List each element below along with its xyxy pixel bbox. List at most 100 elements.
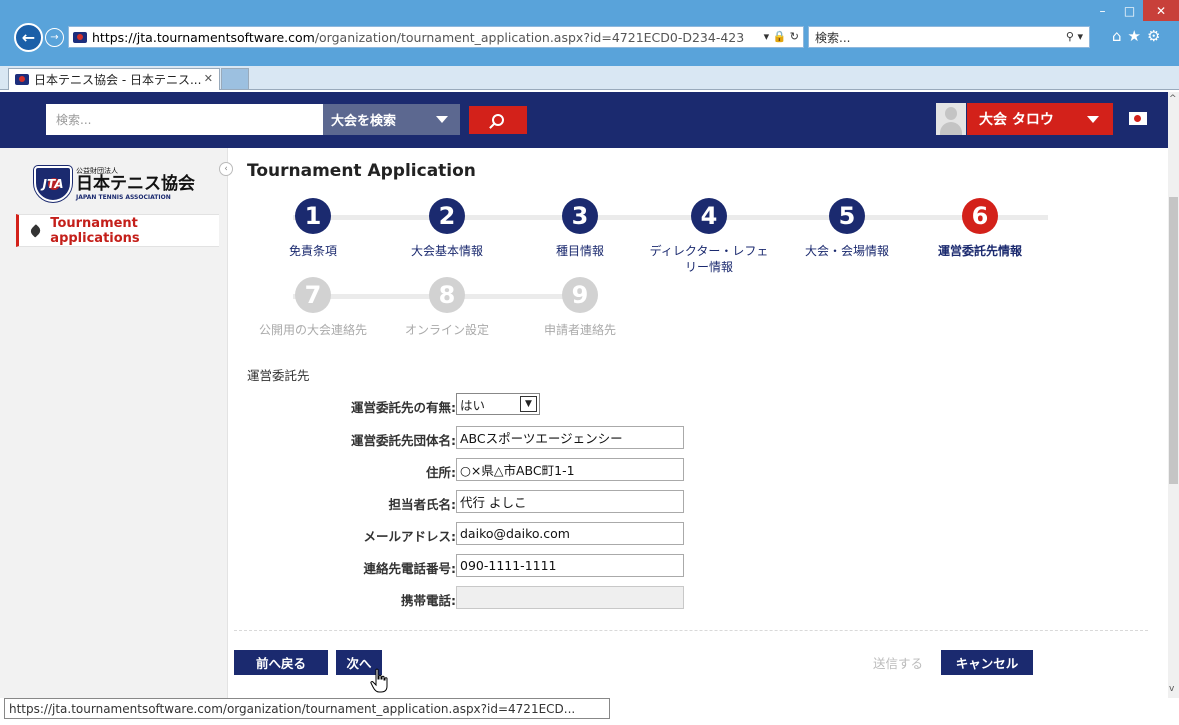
arrow-right-icon: → bbox=[50, 32, 59, 43]
step-label: 免責条項 bbox=[288, 244, 337, 258]
step-label: 申請者連絡先 bbox=[543, 323, 616, 337]
step-number: 3 bbox=[562, 198, 598, 234]
scroll-up-icon[interactable]: ^ bbox=[1169, 94, 1177, 104]
scrollbar-thumb[interactable] bbox=[1169, 197, 1178, 484]
step-label: 種目情報 bbox=[555, 244, 604, 258]
step-number: 4 bbox=[691, 198, 727, 234]
form-row-email: メールアドレス: daiko@daiko.com bbox=[260, 522, 690, 546]
org-name-field[interactable]: ABCスポーツエージェンシー bbox=[456, 426, 684, 449]
form-row-address: 住所: ○×県△市ABC町1-1 bbox=[260, 458, 690, 482]
maximize-button[interactable]: □ bbox=[1116, 0, 1143, 21]
header-search-button[interactable] bbox=[469, 106, 527, 134]
address-field[interactable]: ○×県△市ABC町1-1 bbox=[456, 458, 684, 481]
step-9: 9 申請者連絡先 bbox=[525, 277, 635, 338]
step-2[interactable]: 2 大会基本情報 bbox=[392, 198, 502, 259]
search-icon[interactable]: ⚲ ▾ bbox=[1066, 30, 1083, 43]
search-icon bbox=[492, 114, 504, 126]
settings-gear-icon[interactable]: ⚙ bbox=[1147, 27, 1166, 45]
pin-icon bbox=[28, 223, 43, 238]
phone-field[interactable]: 090-1111-1111 bbox=[456, 554, 684, 577]
browser-tab[interactable]: 日本テニス協会 - 日本テニス... ✕ bbox=[8, 68, 220, 90]
jta-emblem-icon: JTA bbox=[34, 166, 72, 202]
url-path: /organization/tournament_application.asp… bbox=[314, 29, 745, 45]
back-button[interactable]: 前へ戻る bbox=[234, 650, 328, 675]
scroll-down-icon[interactable]: v bbox=[1169, 684, 1174, 694]
browser-toolbar-icons: ⌂★⚙ bbox=[1112, 27, 1166, 45]
step-number: 1 bbox=[295, 198, 331, 234]
step-number: 8 bbox=[429, 277, 465, 313]
logo-mark-text: JTA bbox=[42, 177, 64, 191]
chevron-left-icon: ‹ bbox=[224, 164, 228, 174]
sidebar-item-tournament-applications[interactable]: Tournament applications bbox=[16, 214, 219, 247]
home-icon[interactable]: ⌂ bbox=[1112, 27, 1128, 45]
tab-close-icon[interactable]: ✕ bbox=[204, 72, 213, 85]
search-type-label: 大会を検索 bbox=[331, 114, 397, 129]
step-7: 7 公開用の大会連絡先 bbox=[258, 277, 368, 338]
user-name: 大会 タロウ bbox=[979, 112, 1054, 128]
arrow-left-icon: ← bbox=[21, 28, 36, 47]
address-tools-icon[interactable]: ▾ 🔒 ↻ bbox=[759, 30, 799, 43]
logo-main-text: 日本テニス協会 bbox=[76, 173, 195, 194]
has-contractor-label: 運営委託先の有無: bbox=[351, 400, 456, 415]
browser-search-placeholder: 検索... bbox=[815, 30, 851, 45]
step-8: 8 オンライン設定 bbox=[392, 277, 502, 338]
browser-forward-button[interactable]: → bbox=[45, 28, 64, 47]
avatar[interactable] bbox=[936, 103, 966, 135]
chevron-down-icon bbox=[436, 116, 448, 123]
step-label: ディレクター・レフェリー情報 bbox=[649, 244, 769, 274]
step-5[interactable]: 5 大会・会場情報 bbox=[792, 198, 902, 259]
header-search-placeholder: 検索... bbox=[56, 113, 92, 127]
org-name-label: 運営委託先団体名: bbox=[351, 433, 456, 448]
tab-favicon-icon bbox=[15, 74, 29, 85]
new-tab-button[interactable] bbox=[221, 68, 249, 90]
browser-back-button[interactable]: ← bbox=[14, 23, 43, 52]
japan-flag-icon[interactable] bbox=[1129, 112, 1147, 125]
form-row-has-contractor: 運営委託先の有無: はい ▼ bbox=[260, 393, 690, 417]
logo-english-text: JAPAN TENNIS ASSOCIATION bbox=[76, 193, 171, 201]
email-label: メールアドレス: bbox=[363, 529, 457, 544]
form-row-person: 担当者氏名: 代行 よしこ bbox=[260, 490, 690, 514]
browser-tabstrip: 日本テニス協会 - 日本テニス... ✕ bbox=[0, 66, 1179, 90]
collapse-sidebar-button[interactable]: ‹ bbox=[219, 162, 233, 176]
mobile-label: 携帯電話: bbox=[401, 593, 456, 608]
status-url-tooltip: https://jta.tournamentsoftware.com/organ… bbox=[4, 698, 610, 719]
cancel-button[interactable]: キャンセル bbox=[941, 650, 1033, 675]
step-label: 大会・会場情報 bbox=[804, 244, 889, 258]
page-title: Tournament Application bbox=[247, 161, 476, 181]
sidebar-item-label: Tournament applications bbox=[50, 215, 140, 246]
hand-cursor-icon bbox=[370, 668, 388, 693]
email-field[interactable]: daiko@daiko.com bbox=[456, 522, 684, 545]
favorites-star-icon[interactable]: ★ bbox=[1128, 27, 1147, 45]
step-number: 5 bbox=[829, 198, 865, 234]
step-label: オンライン設定 bbox=[404, 323, 489, 337]
submit-button: 送信する bbox=[872, 656, 923, 671]
section-label: 運営委託先 bbox=[247, 368, 310, 383]
step-3[interactable]: 3 種目情報 bbox=[525, 198, 635, 259]
step-label: 公開用の大会連絡先 bbox=[258, 323, 367, 337]
step-number: 7 bbox=[295, 277, 331, 313]
window-controls: – □ ✕ bbox=[1089, 0, 1179, 21]
search-type-select[interactable]: 大会を検索 bbox=[323, 104, 460, 135]
has-contractor-select[interactable]: はい ▼ bbox=[456, 393, 540, 415]
vertical-scrollbar[interactable]: ^ v bbox=[1168, 92, 1179, 698]
close-window-button[interactable]: ✕ bbox=[1143, 0, 1179, 21]
header-search-input[interactable]: 検索... bbox=[46, 104, 323, 135]
step-number: 9 bbox=[562, 277, 598, 313]
user-menu[interactable]: 大会 タロウ bbox=[967, 103, 1113, 135]
jta-logo[interactable]: JTA 公益財団法人 日本テニス協会 JAPAN TENNIS ASSOCIAT… bbox=[34, 166, 195, 202]
step-label: 大会基本情報 bbox=[410, 244, 483, 258]
address-bar[interactable]: https://jta.tournamentsoftware.com/organ… bbox=[68, 26, 804, 48]
person-label: 担当者氏名: bbox=[388, 497, 457, 512]
step-1[interactable]: 1 免責条項 bbox=[258, 198, 368, 259]
tab-title: 日本テニス協会 - 日本テニス... bbox=[34, 73, 202, 87]
has-contractor-value: はい bbox=[460, 397, 486, 413]
browser-search-box[interactable]: 検索... ⚲ ▾ bbox=[808, 26, 1090, 48]
step-6-active[interactable]: 6 運営委託先情報 bbox=[925, 198, 1035, 259]
step-number: 6 bbox=[962, 198, 998, 234]
minimize-button[interactable]: – bbox=[1089, 0, 1116, 21]
step-4[interactable]: 4 ディレクター・レフェリー情報 bbox=[645, 198, 773, 275]
logo-text: 公益財団法人 日本テニス協会 JAPAN TENNIS ASSOCIATION bbox=[76, 167, 195, 201]
phone-label: 連絡先電話番号: bbox=[363, 561, 457, 576]
person-field[interactable]: 代行 よしこ bbox=[456, 490, 684, 513]
url-host: https://jta.tournamentsoftware.com bbox=[92, 29, 315, 45]
